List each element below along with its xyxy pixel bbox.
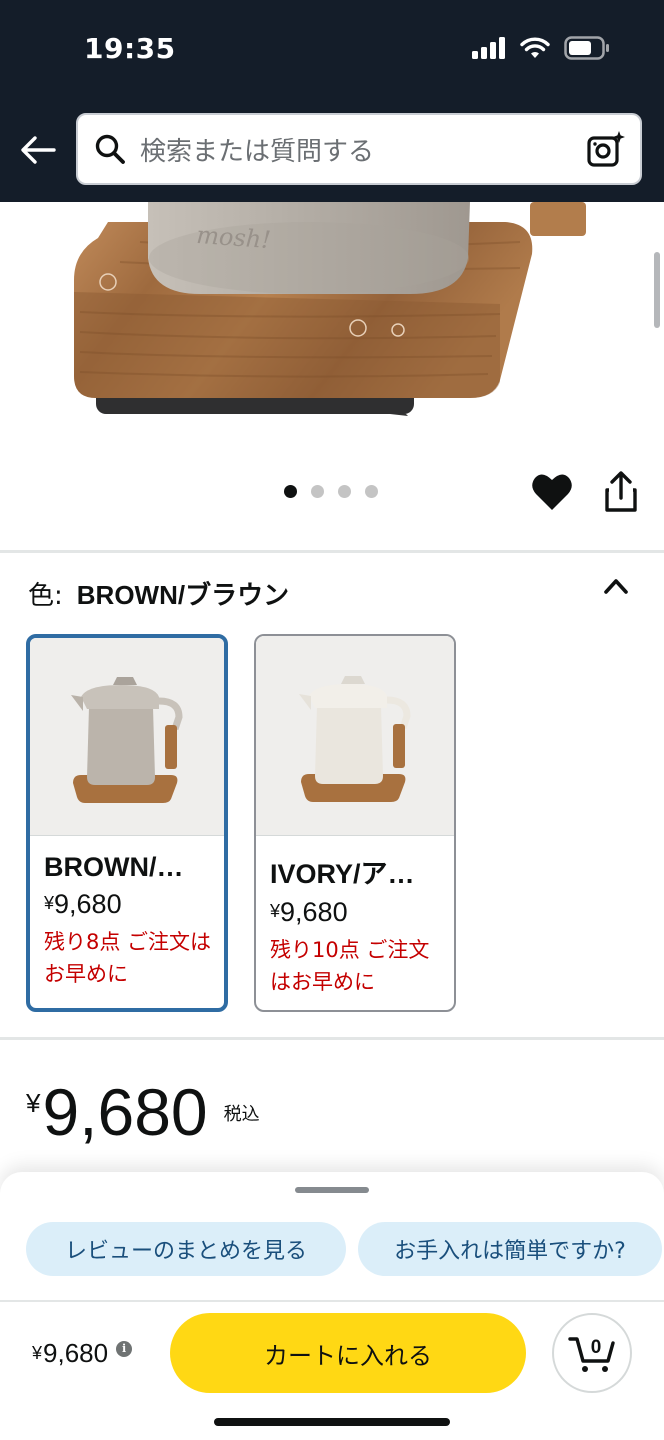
carousel-dot[interactable]	[284, 485, 297, 498]
camera-sparkle-icon[interactable]	[586, 129, 626, 169]
variation-selected-value: BROWN/ブラウン	[76, 580, 290, 610]
swatch-name: IVORY/ア…	[270, 859, 415, 889]
info-icon[interactable]: i	[116, 1340, 133, 1357]
carousel-dot[interactable]	[338, 485, 351, 498]
swatch-stock: 残り8点 ご注文はお早めに	[44, 930, 212, 986]
cart-count: 0	[591, 1337, 602, 1358]
swatch-stock: 残り10点 ご注文はお早めに	[270, 938, 430, 994]
swatch-name: BROWN/…	[44, 852, 184, 882]
status-icons	[472, 36, 610, 60]
swatch-brown[interactable]: BROWN/… ¥9,680 残り8点 ご注文はお早めに	[26, 634, 228, 1012]
swatch-image	[30, 638, 224, 836]
back-button[interactable]	[18, 130, 58, 170]
home-indicator	[214, 1418, 450, 1426]
cart-button[interactable]: 0	[552, 1313, 632, 1393]
sheet-drag-handle[interactable]	[295, 1187, 369, 1193]
product-price: ¥ 9,680 税込	[26, 1074, 260, 1150]
search-icon	[95, 134, 125, 164]
swatch-image	[256, 636, 454, 836]
carousel-dot[interactable]	[311, 485, 324, 498]
tax-label: 税込	[223, 1104, 260, 1125]
chevron-up-icon[interactable]	[602, 576, 630, 596]
wifi-icon	[520, 37, 550, 58]
arrow-left-icon	[21, 136, 56, 164]
kettle-thumbnail	[71, 676, 183, 803]
sheet-divider	[0, 1300, 664, 1302]
share-icon[interactable]	[601, 470, 641, 514]
kettle-thumbnail	[299, 675, 411, 802]
scroll-indicator	[654, 252, 660, 328]
section-divider	[0, 550, 664, 553]
price-currency: ¥	[26, 1088, 41, 1118]
price-amount: 9,680	[42, 1075, 208, 1149]
app-header: 19:35 検索または質問する	[0, 0, 664, 202]
cart-icon: 0	[568, 1337, 615, 1372]
add-to-cart-button[interactable]: カートに入れる	[170, 1313, 526, 1393]
variation-header[interactable]: 色: BROWN/ブラウン	[28, 575, 289, 612]
battery-icon	[564, 36, 609, 60]
search-input[interactable]: 検索または質問する	[140, 131, 586, 168]
heart-icon[interactable]	[530, 470, 574, 514]
swatch-price: ¥9,680	[44, 889, 122, 919]
bottom-sheet: レビューのまとめを見る お手入れは簡単ですか? ¥9,680 i カートに入れる …	[0, 1172, 664, 1440]
sheet-price: ¥9,680 i	[32, 1338, 133, 1369]
image-carousel-dots	[284, 485, 378, 498]
status-time: 19:35	[84, 32, 176, 65]
question-chip-care[interactable]: お手入れは簡単ですか?	[358, 1222, 662, 1276]
search-bar[interactable]: 検索または質問する	[76, 113, 642, 185]
section-divider	[0, 1037, 664, 1040]
cellular-signal-icon	[472, 37, 505, 59]
swatch-ivory[interactable]: IVORY/ア… ¥9,680 残り10点 ご注文はお早めに	[254, 634, 456, 1012]
swatch-price: ¥9,680	[270, 897, 348, 927]
variation-label: 色:	[28, 581, 63, 611]
carousel-dot[interactable]	[365, 485, 378, 498]
question-chip-reviews[interactable]: レビューのまとめを見る	[26, 1222, 346, 1276]
brand-emboss: mosh!	[195, 221, 271, 254]
